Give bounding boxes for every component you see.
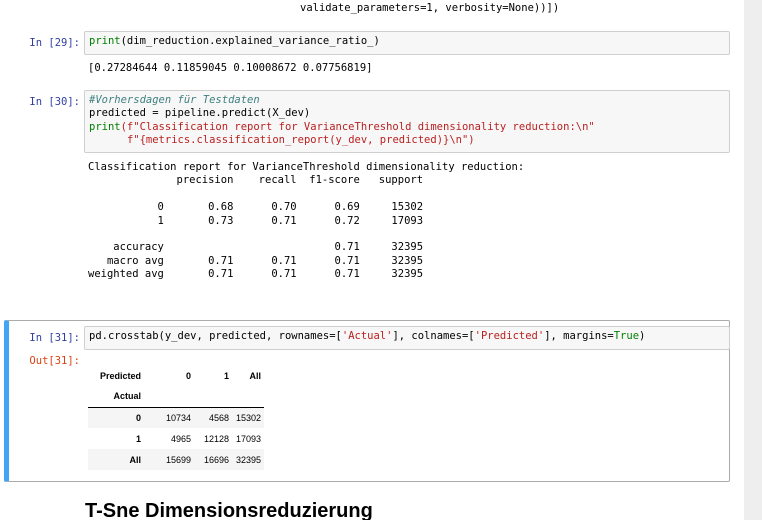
- table-cell: 17093: [235, 433, 261, 444]
- code-line: f"{metrics.classification_report(y_dev, …: [89, 134, 725, 147]
- row-label: 0: [88, 407, 144, 428]
- table-row: All 15699 16696 32395: [88, 449, 264, 470]
- row-axis-label: Actual: [88, 386, 144, 408]
- row-label: 1: [135, 433, 141, 444]
- code-line: predicted = pipeline.predict(X_dev): [89, 107, 311, 120]
- code-cell-30[interactable]: In [30]: #Vorhersdagen für Testdaten pred…: [4, 90, 730, 290]
- previous-output-line: validate_parameters=1, verbosity=None))]…: [300, 2, 560, 14]
- code-text: pd.crosstab(y_dev, predicted, rownames=[: [89, 330, 342, 342]
- code-text: ], colnames=[: [392, 330, 475, 342]
- print-keyword: print: [89, 120, 121, 133]
- column-header: 0: [185, 370, 191, 381]
- string-literal: (f"Classification report for VarianceThr…: [120, 120, 595, 133]
- column-header: 1: [223, 370, 229, 381]
- output-prompt: Out[31]:: [29, 355, 80, 367]
- table-cell: 10734: [144, 407, 194, 428]
- classification-report-output: Classification report for VarianceThresh…: [88, 161, 525, 281]
- code-comment: #Vorhersdagen für Testdaten: [89, 94, 260, 106]
- column-axis-label: Predicted: [99, 370, 141, 381]
- print-keyword: print: [89, 35, 121, 47]
- keyword-true: True: [613, 330, 640, 342]
- section-heading: T-Sne Dimensionsreduzierung: [85, 500, 373, 520]
- code-cell-31[interactable]: In [31]: pd.crosstab(y_dev, predicted, r…: [4, 320, 730, 482]
- code-input[interactable]: #Vorhersdagen für Testdaten predicted = p…: [84, 90, 730, 153]
- input-prompt: In [29]:: [29, 37, 80, 49]
- table-cell: 4568: [194, 407, 232, 428]
- string-literal: 'Actual': [341, 330, 393, 342]
- table-cell: 12128: [203, 433, 229, 444]
- table-cell: 15699: [144, 449, 194, 470]
- code-input[interactable]: pd.crosstab(y_dev, predicted, rownames=[…: [84, 326, 730, 350]
- code-text: (dim_reduction.explained_variance_ratio_…: [120, 35, 380, 47]
- string-literal: f"{metrics.classification_report(y_dev, …: [126, 134, 475, 147]
- crosstab-table: Predicted 0 1 All Actual 0 10734 4568 15…: [88, 365, 264, 470]
- input-prompt: In [30]:: [29, 96, 80, 108]
- cell-output: [0.27284644 0.11859045 0.10008672 0.0775…: [88, 62, 373, 74]
- table-cell: 32395: [232, 449, 264, 470]
- row-label: All: [88, 449, 144, 470]
- table-row: 1 4965 12128 17093: [88, 428, 264, 449]
- code-cell-29[interactable]: In [29]: print(dim_reduction.explained_v…: [4, 31, 730, 83]
- code-input[interactable]: print(dim_reduction.explained_variance_r…: [84, 31, 730, 55]
- table-cell: 4965: [170, 433, 191, 444]
- string-literal: 'Predicted': [474, 330, 545, 342]
- table-cell: 15302: [232, 407, 264, 428]
- code-line: print(f"Classification report for Varian…: [89, 121, 725, 134]
- table-row: 0 10734 4568 15302: [88, 407, 264, 428]
- table-cell: 16696: [194, 449, 232, 470]
- notebook-area: validate_parameters=1, verbosity=None))]…: [0, 0, 744, 520]
- code-text: ], margins=: [544, 330, 614, 342]
- code-text: ): [639, 330, 646, 342]
- input-prompt: In [31]:: [29, 332, 80, 344]
- column-header: All: [249, 370, 261, 381]
